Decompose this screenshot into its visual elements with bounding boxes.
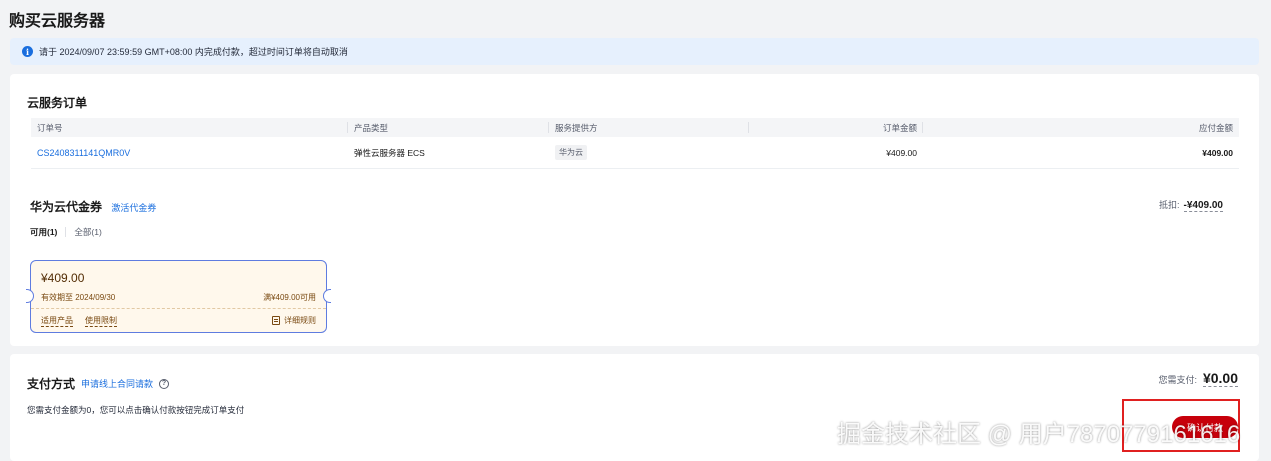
coupon-amount: ¥409.00	[41, 271, 85, 285]
table-row: CS2408311141QMR0V 弹性云服务器 ECS 华为云 ¥409.00…	[31, 137, 1239, 169]
deduct-label: 抵扣:	[1159, 200, 1180, 210]
th-product-type: 产品类型	[354, 122, 389, 133]
payment-title-text: 支付方式	[27, 377, 76, 391]
coupon-divider	[31, 308, 326, 309]
th-provider: 服务提供方	[555, 122, 598, 133]
tab-available[interactable]: 可用(1)	[30, 226, 57, 238]
th-divider	[548, 122, 549, 133]
need-pay-label: 您需支付:	[1158, 375, 1197, 385]
table-header: 订单号 产品类型 服务提供方 订单金额 应付金额	[31, 118, 1239, 137]
page-title: 购买云服务器	[9, 13, 106, 30]
notice-text: 请于 2024/09/07 23:59:59 GMT+08:00 内完成付款，超…	[39, 47, 348, 57]
watermark: 掘金技术社区 @ 用户7870779161616	[837, 421, 1241, 448]
voucher-tabs: 可用(1) 全部(1)	[30, 226, 102, 238]
voucher-title-text: 华为云代金券	[30, 200, 103, 214]
product-type-cell: 弹性云服务器 ECS	[354, 147, 425, 158]
info-icon: i	[22, 46, 33, 57]
activate-voucher-link[interactable]: 激活代金券	[111, 203, 156, 213]
coupon-expire: 有效期至 2024/09/30	[41, 293, 116, 302]
tab-divider	[65, 227, 67, 237]
payable-cell: ¥409.00	[1202, 147, 1233, 158]
voucher-coupon[interactable]: ¥409.00 有效期至 2024/09/30 满¥409.00可用 适用产品 …	[26, 260, 331, 333]
deduct-amount: 抵扣: -¥409.00	[1159, 198, 1223, 212]
order-table: 订单号 产品类型 服务提供方 订单金额 应付金额 CS2408311141QMR…	[31, 118, 1239, 169]
detailed-rules-link[interactable]: 详细规则	[272, 315, 316, 326]
th-payable: 应付金额	[1198, 122, 1233, 133]
coupon-notch-right	[323, 289, 331, 303]
tab-all[interactable]: 全部(1)	[74, 226, 101, 238]
deduct-value: -¥409.00	[1183, 200, 1223, 212]
payment-section-title: 支付方式 申请线上合同请款 ?	[27, 375, 170, 392]
voucher-section-title: 华为云代金券 激活代金券	[30, 198, 156, 215]
provider-tag: 华为云	[555, 145, 587, 160]
need-pay-value: ¥0.00	[1202, 370, 1238, 387]
coupon-notch-left	[26, 289, 34, 303]
detailed-rules-label: 详细规则	[284, 316, 316, 325]
apply-contract-link[interactable]: 申请线上合同请款	[81, 377, 153, 390]
help-icon[interactable]: ?	[159, 378, 170, 389]
th-divider	[748, 122, 749, 133]
order-card: 云服务订单 订单号 产品类型 服务提供方 订单金额 应付金额 CS2408311…	[10, 74, 1259, 346]
order-amount-cell: ¥409.00	[886, 147, 917, 158]
coupon-links: 适用产品 使用限制	[41, 315, 117, 327]
need-pay-amount: 您需支付: ¥0.00	[1158, 370, 1238, 387]
th-divider	[347, 122, 348, 133]
payment-description: 您需支付金额为0，您可以点击确认付款按钮完成订单支付	[27, 405, 245, 415]
coupon-condition: 满¥409.00可用	[263, 293, 316, 302]
usage-limits-link[interactable]: 使用限制	[85, 315, 117, 327]
payment-deadline-notice: i 请于 2024/09/07 23:59:59 GMT+08:00 内完成付款…	[10, 38, 1259, 65]
order-section-title: 云服务订单	[27, 96, 88, 110]
document-icon	[272, 316, 280, 325]
th-divider	[922, 122, 923, 133]
applicable-products-link[interactable]: 适用产品	[41, 315, 73, 327]
order-no-link[interactable]: CS2408311141QMR0V	[37, 148, 130, 158]
th-order-amount: 订单金额	[882, 122, 917, 133]
th-order-no: 订单号	[37, 122, 63, 133]
